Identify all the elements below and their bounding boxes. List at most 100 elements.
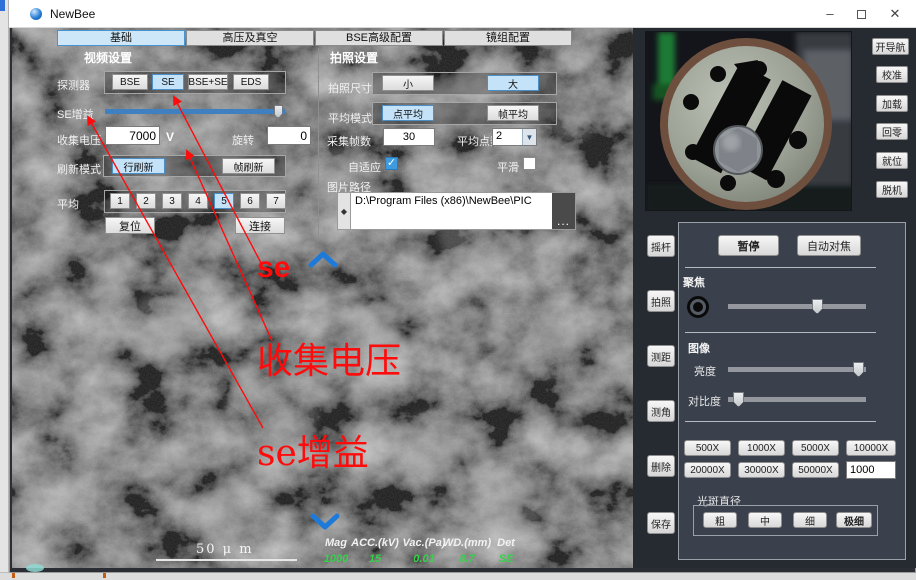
in-position-button[interactable]: 就位 [876,152,908,169]
mag-1000x-button[interactable]: 1000X [738,440,785,456]
average-4-button[interactable]: 4 [188,193,208,209]
dropdown-arrow-icon[interactable]: ▼ [522,129,536,145]
screen: NewBee – ✕ [0,0,916,580]
spot-fine-button[interactable]: 细 [793,512,827,528]
frame-average-button[interactable]: 帧平均 [487,105,539,121]
collect-voltage-label: 收集电压 [57,132,101,148]
adaptive-checkbox[interactable] [385,157,398,170]
status-det-value: SE [478,553,534,565]
window-title: NewBee [50,7,95,21]
spot-ultrafine-button[interactable]: 极细 [836,512,872,528]
tab-lens-config[interactable]: 镜组配置 [444,30,572,46]
mag-20000x-button[interactable]: 20000X [684,462,731,478]
home-button[interactable]: 回零 [876,123,908,140]
reset-button[interactable]: 复位 [105,217,155,234]
spot-coarse-button[interactable]: 粗 [703,512,737,528]
offline-button[interactable]: 脱机 [876,181,908,198]
background-window-edge [0,0,9,580]
scale-bar-text: 50 μ m [196,542,254,557]
average-points-value: 2 [493,129,522,145]
refresh-mode-label: 刷新模式 [57,161,101,177]
minimize-button[interactable]: – [815,4,845,24]
image-path-value[interactable]: D:\Program Files (x86)\NewBee\PIC [351,193,552,229]
focus-label: 聚焦 [683,274,705,290]
save-button[interactable]: 保存 [647,512,675,534]
chamber-camera-view [645,31,852,211]
browse-button[interactable]: ... [552,193,575,229]
point-average-button[interactable]: 点平均 [382,105,434,121]
average-label: 平均 [57,196,79,212]
sample-stage-photo [646,32,852,211]
detector-eds-button[interactable]: EDS [233,74,269,90]
load-button[interactable]: 加载 [876,95,908,112]
capture-frames-label: 采集帧数 [327,133,371,149]
detector-label: 探测器 [57,77,90,93]
maximize-button[interactable] [857,10,866,19]
autofocus-button[interactable]: 自动对焦 [797,235,861,256]
mag-custom-input[interactable] [846,461,896,479]
adaptive-label: 自适应 [348,159,381,175]
mag-10000x-button[interactable]: 10000X [846,440,896,456]
rotation-input[interactable] [267,126,311,145]
desktop-bottom-strip [0,572,916,580]
connect-button[interactable]: 连接 [235,217,285,234]
spot-medium-button[interactable]: 中 [748,512,782,528]
smooth-label: 平滑 [497,159,519,175]
close-button[interactable]: ✕ [880,4,910,24]
image-group-label: 图像 [688,340,710,356]
tab-bse-advanced[interactable]: BSE高级配置 [315,30,443,46]
mag-30000x-button[interactable]: 30000X [738,462,785,478]
contrast-slider[interactable] [728,397,866,402]
focus-slider[interactable] [728,304,866,309]
image-artifact [26,564,44,572]
average-mode-label: 平均模式 [328,110,372,126]
detector-bse-se-button[interactable]: BSE+SE [188,74,228,90]
average-7-button[interactable]: 7 [266,193,286,209]
delete-button[interactable]: 删除 [647,455,675,477]
average-1-button[interactable]: 1 [110,193,130,209]
app-logo-icon [30,8,42,20]
status-acc-value: 15 [347,553,403,565]
photo-size-small-button[interactable]: 小 [382,75,434,91]
collect-voltage-input[interactable] [105,126,160,145]
measure-distance-button[interactable]: 测距 [647,345,675,367]
se-gain-slider[interactable] [105,109,285,114]
nav-open-button[interactable]: 开导航 [872,38,909,55]
mag-500x-button[interactable]: 500X [684,440,731,456]
average-6-button[interactable]: 6 [240,193,260,209]
measure-angle-button[interactable]: 测角 [647,400,675,422]
smooth-checkbox[interactable] [523,157,536,170]
brightness-slider[interactable] [728,367,866,372]
voltage-unit-label: V [166,130,174,144]
joystick-button[interactable]: 摇杆 [647,235,675,257]
title-bar [9,0,916,28]
calibrate-button[interactable]: 校准 [876,66,908,83]
capture-frames-input[interactable] [383,128,435,146]
rotation-label: 旋转 [232,132,254,148]
average-2-button[interactable]: 2 [136,193,156,209]
status-det-label: Det [478,537,534,549]
focus-record-icon[interactable] [687,296,709,318]
pause-button[interactable]: 暂停 [718,235,779,256]
refresh-frame-button[interactable]: 帧刷新 [222,158,275,174]
mag-50000x-button[interactable]: 50000X [792,462,839,478]
tab-basic[interactable]: 基础 [57,30,185,46]
chevron-down-icon[interactable] [308,512,342,532]
mag-5000x-button[interactable]: 5000X [792,440,839,456]
snapshot-button[interactable]: 拍照 [647,290,675,312]
detector-se-button[interactable]: SE [152,74,184,90]
average-3-button[interactable]: 3 [162,193,182,209]
refresh-line-button[interactable]: 行刷新 [112,158,165,174]
tab-hv-vacuum[interactable]: 高压及真空 [186,30,314,46]
se-gain-label: SE增益 [57,106,94,122]
average-points-select[interactable]: 2 ▼ [492,128,537,146]
detector-bse-button[interactable]: BSE [112,74,148,90]
photo-settings-title: 拍照设置 [330,49,378,66]
status-acc-label: ACC.(kV) [347,537,403,549]
group-divider [318,48,319,238]
chevron-up-icon[interactable] [306,249,340,269]
photo-size-large-button[interactable]: 大 [487,75,539,91]
photo-size-label: 拍照尺寸 [328,80,372,96]
contrast-label: 对比度 [688,393,721,409]
average-5-button[interactable]: 5 [214,193,234,209]
